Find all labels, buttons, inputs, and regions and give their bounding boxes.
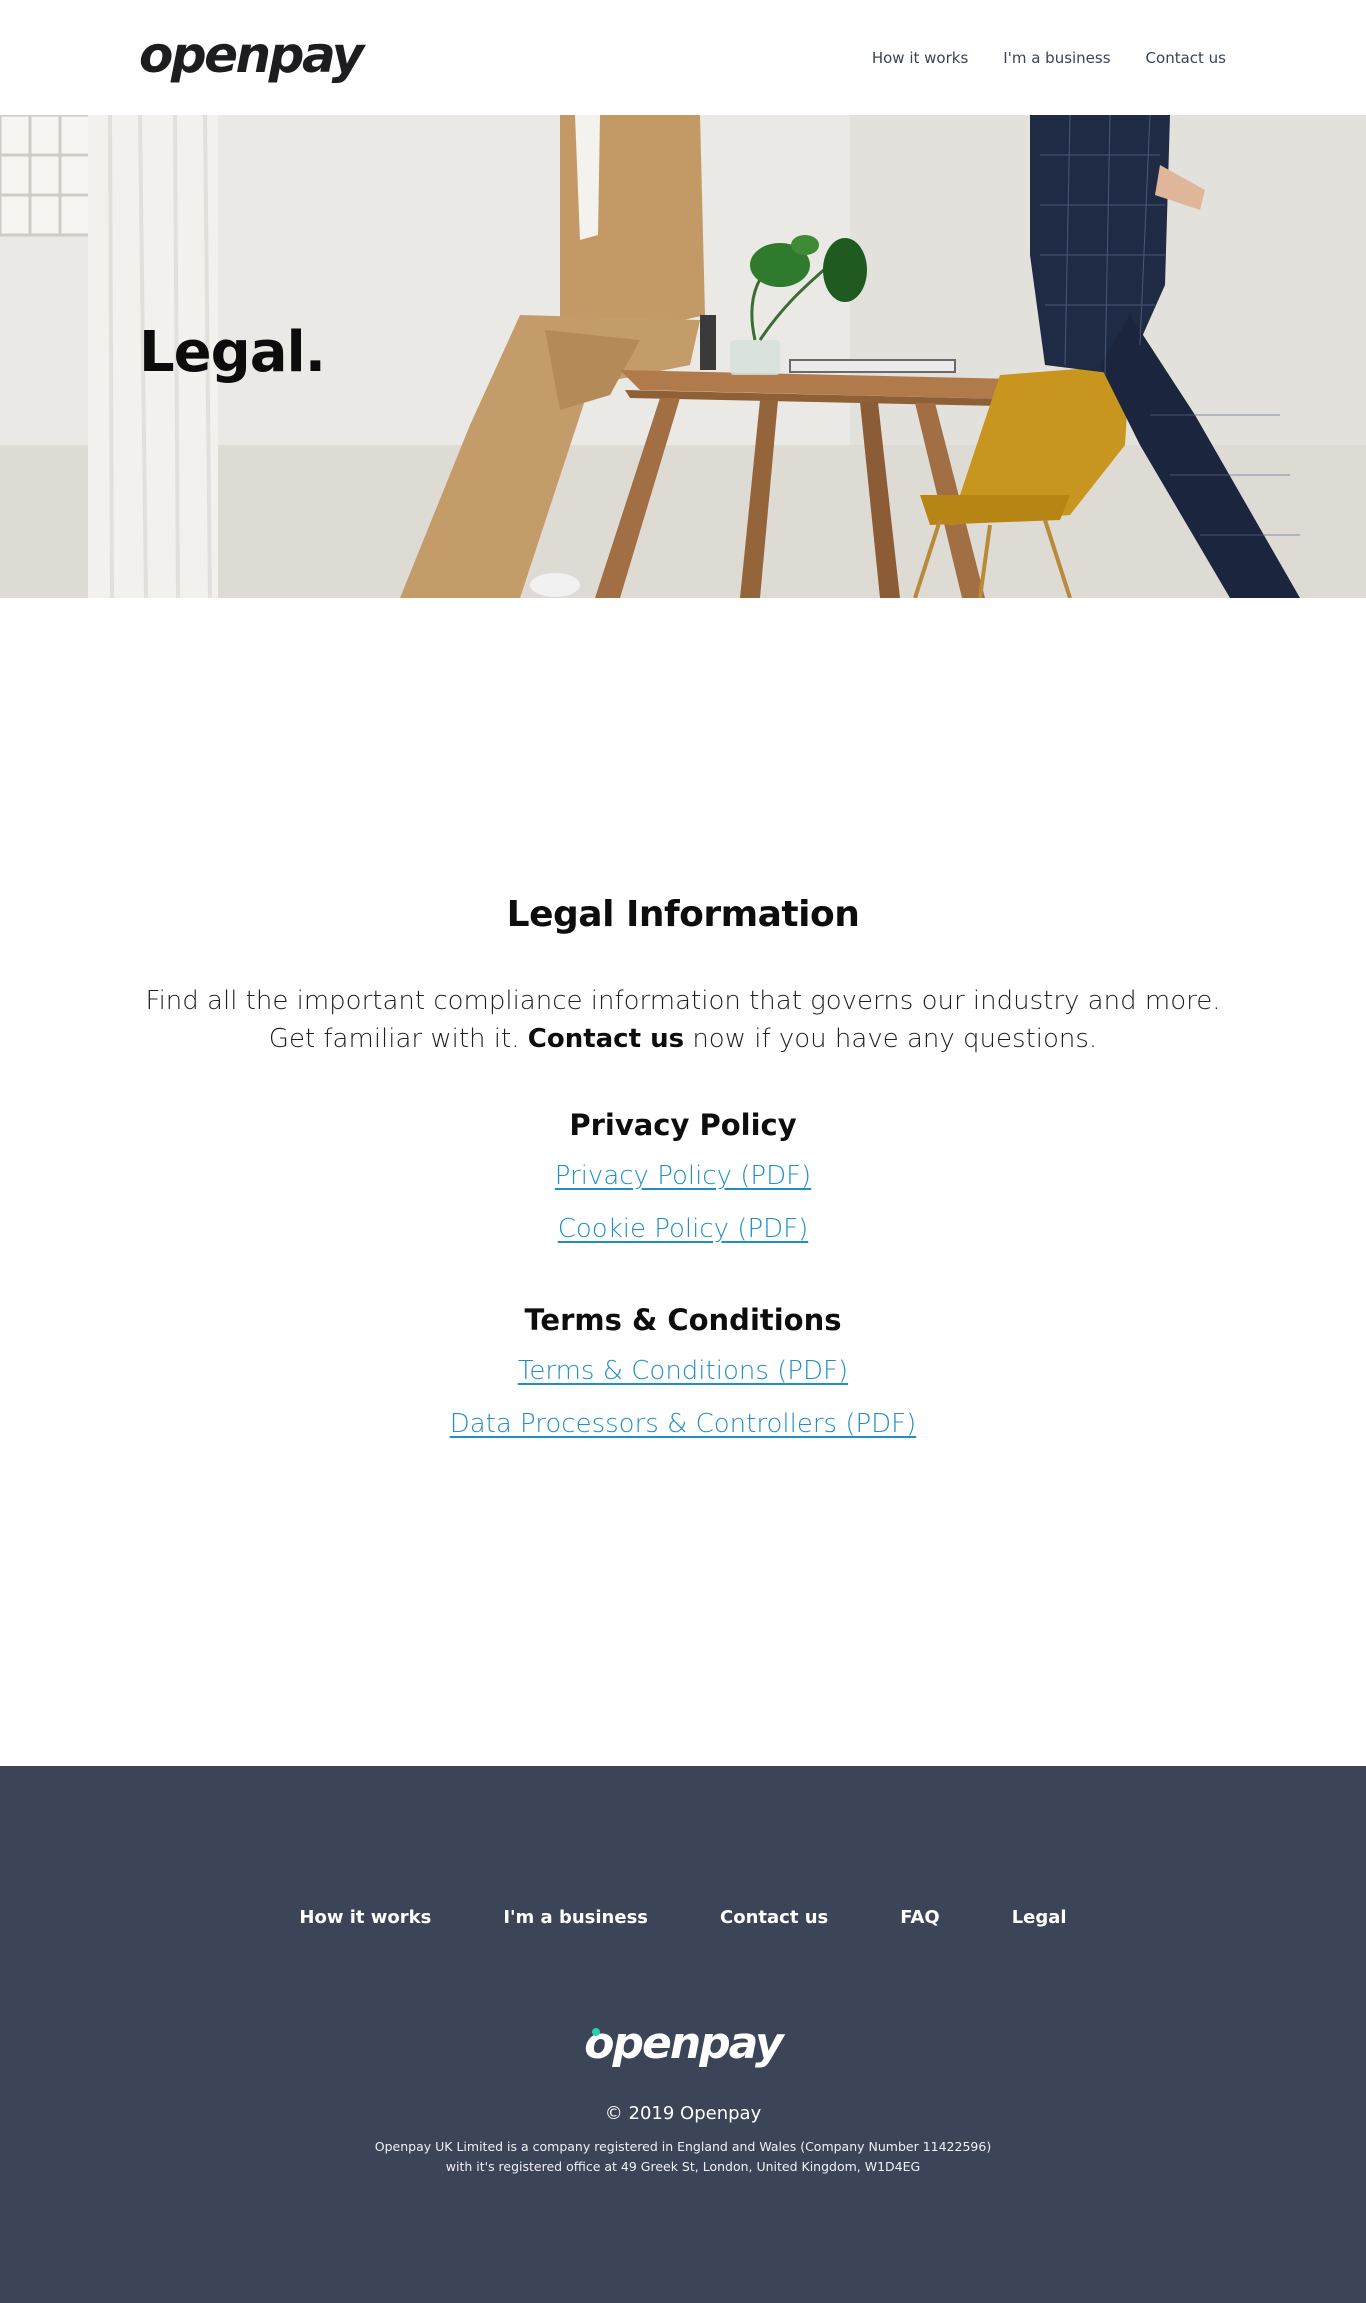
hero-banner: Legal. [0, 115, 1366, 598]
footer-nav-im-a-business[interactable]: I'm a business [503, 1907, 648, 1928]
privacy-policy-heading: Privacy Policy [569, 1108, 797, 1142]
nav-im-a-business[interactable]: I'm a business [1003, 49, 1110, 67]
footer-logo[interactable]: openpay [0, 2018, 1366, 2069]
footer-nav-contact-us[interactable]: Contact us [720, 1907, 828, 1928]
terms-conditions-heading: Terms & Conditions [524, 1303, 842, 1337]
intro-text: Find all the important compliance inform… [0, 982, 1366, 1058]
site-footer: How it works I'm a business Contact us F… [0, 1766, 1366, 2303]
company-info: Openpay UK Limited is a company register… [0, 2137, 1366, 2177]
hero-title: Legal. [139, 320, 326, 385]
company-info-line-1: Openpay UK Limited is a company register… [374, 2139, 992, 2154]
openpay-logo[interactable]: openpay [139, 26, 364, 84]
footer-nav-legal[interactable]: Legal [1012, 1907, 1067, 1928]
terms-conditions-pdf-link[interactable]: Terms & Conditions (PDF) [518, 1356, 848, 1386]
cookie-policy-link-row: Cookie Policy (PDF) [0, 1214, 1366, 1244]
main-nav: How it works I'm a business Contact us [872, 49, 1226, 67]
contact-us-link[interactable]: Contact us [528, 1024, 684, 1054]
nav-how-it-works[interactable]: How it works [872, 49, 968, 67]
cookie-policy-pdf-link[interactable]: Cookie Policy (PDF) [558, 1214, 809, 1244]
privacy-policy-link-row: Privacy Policy (PDF) [0, 1161, 1366, 1191]
legal-content: Legal Information Find all the important… [0, 598, 1366, 1766]
terms-conditions-link-row: Terms & Conditions (PDF) [0, 1356, 1366, 1386]
nav-contact-us[interactable]: Contact us [1146, 49, 1226, 67]
copyright: © 2019 Openpay [604, 2103, 762, 2124]
footer-nav-faq[interactable]: FAQ [900, 1907, 939, 1928]
data-processors-pdf-link[interactable]: Data Processors & Controllers (PDF) [450, 1409, 917, 1439]
footer-logo-text: openpay [584, 2018, 783, 2069]
intro-line-2-post: now if you have any questions. [692, 1024, 1098, 1054]
footer-nav: How it works I'm a business Contact us F… [0, 1907, 1366, 1928]
legal-information-title: Legal Information [506, 894, 860, 935]
data-processors-link-row: Data Processors & Controllers (PDF) [0, 1409, 1366, 1439]
footer-nav-how-it-works[interactable]: How it works [299, 1907, 431, 1928]
intro-line-2-pre: Get familiar with it. [268, 1024, 520, 1054]
intro-line-1: Find all the important compliance inform… [145, 986, 1221, 1016]
company-info-line-2: with it's registered office at 49 Greek … [445, 2159, 921, 2174]
footer-logo-wrap: openpay [584, 2018, 783, 2069]
site-header: openpay How it works I'm a business Cont… [0, 0, 1366, 115]
privacy-policy-pdf-link[interactable]: Privacy Policy (PDF) [555, 1161, 811, 1191]
logo-text: openpay [139, 26, 364, 84]
